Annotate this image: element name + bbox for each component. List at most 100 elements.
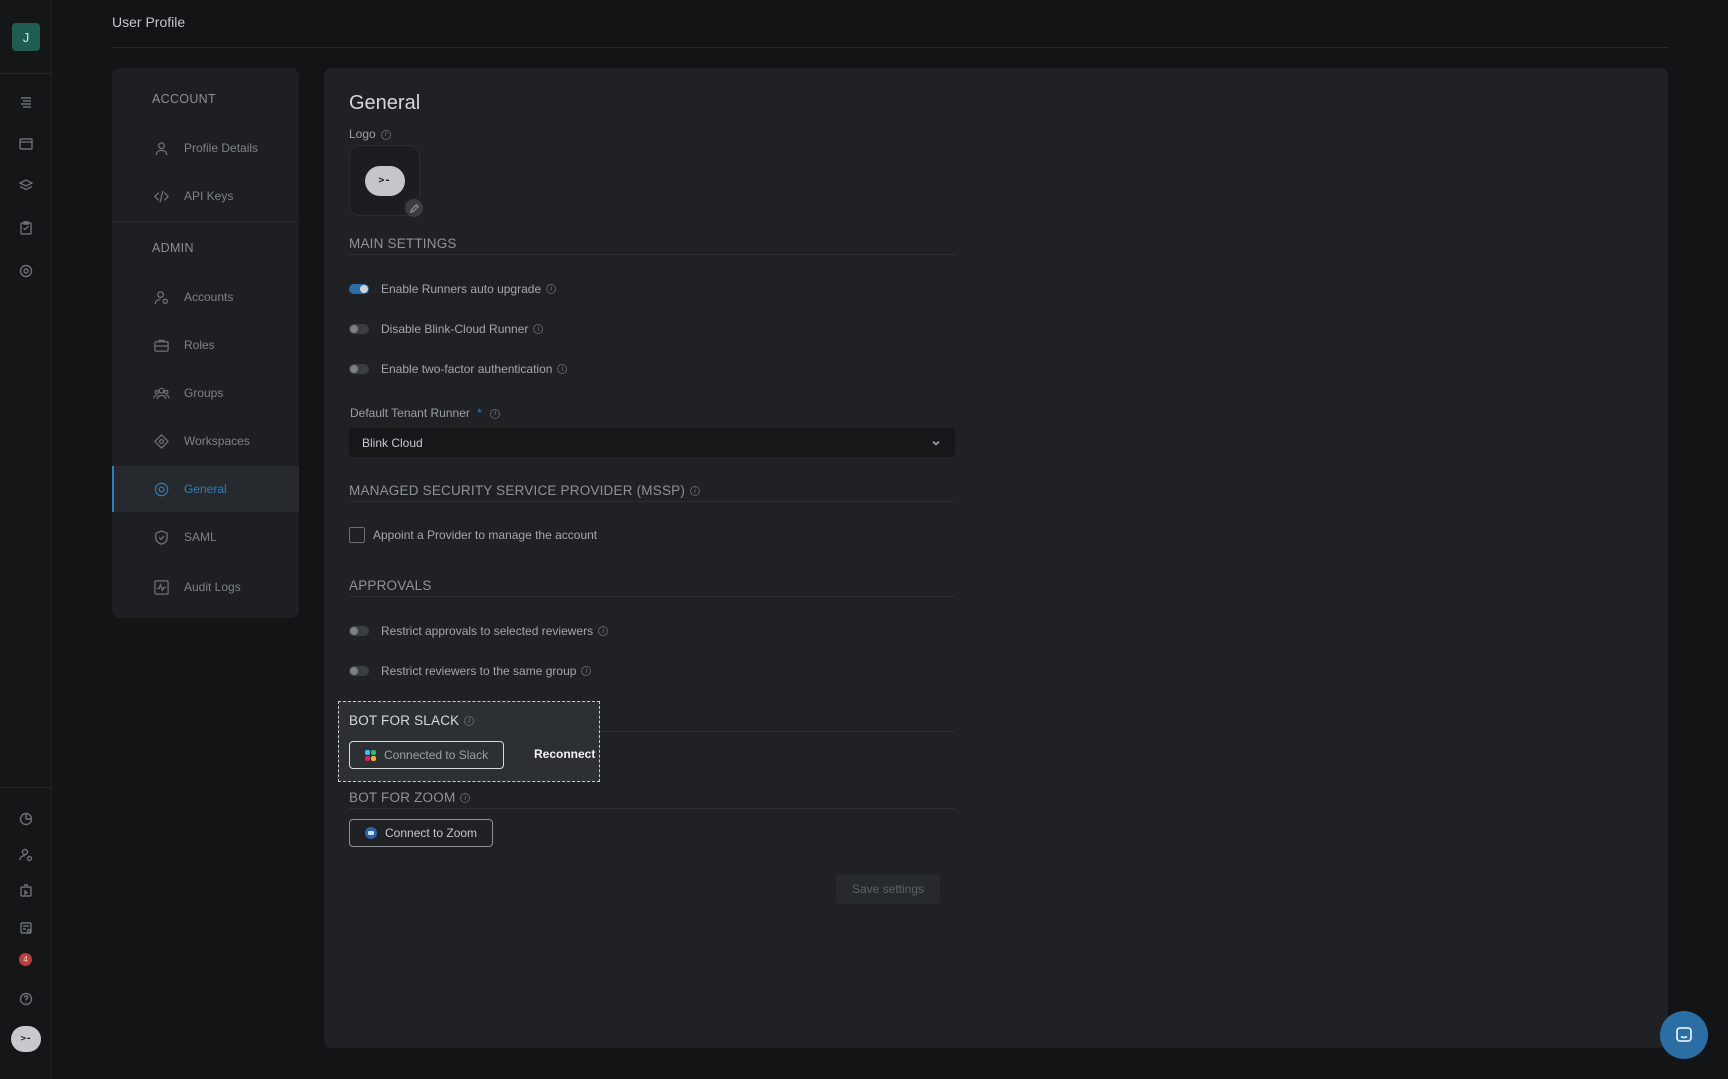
toggle-label: Enable Runners auto upgrade [381, 282, 542, 296]
briefcase-icon [152, 336, 170, 354]
nav-section-account: ACCOUNT [152, 92, 216, 106]
required-mark: * [477, 406, 482, 420]
toggle-label: Disable Blink-Cloud Runner [381, 322, 529, 336]
nav-section-admin: ADMIN [152, 241, 194, 255]
shield-icon [152, 528, 170, 546]
left-rail: J 4 >- [0, 0, 52, 1079]
logo-label: Logo i [349, 127, 391, 141]
two-factor-toggle[interactable] [349, 364, 369, 374]
nav-item-groups[interactable]: Groups [112, 370, 299, 416]
connections-icon[interactable] [14, 916, 38, 940]
calendar-icon[interactable] [14, 132, 38, 156]
save-settings-button[interactable]: Save settings [836, 874, 940, 904]
nav-item-profile-details[interactable]: Profile Details [112, 125, 299, 171]
settings-nav: ACCOUNT Profile Details API Keys ADMIN A… [112, 68, 299, 618]
runner-icon[interactable] [14, 879, 38, 903]
connected-to-slack-button[interactable]: Connected to Slack [349, 741, 505, 769]
restrict-approvals-toggle[interactable] [349, 626, 369, 636]
zoom-icon [365, 827, 377, 839]
default-runner-label: Default Tenant Runner * i [350, 406, 501, 420]
connect-to-zoom-button[interactable]: Connect to Zoom [349, 819, 494, 847]
nav-item-general[interactable]: General [112, 466, 299, 512]
info-icon[interactable]: i [598, 626, 609, 636]
button-label: Connect to Zoom [385, 826, 478, 840]
toggle-label: Enable two-factor authentication [381, 362, 553, 376]
general-settings-panel: General Logo i >- MAIN SETTINGS Enable Ru… [324, 68, 1668, 1048]
clipboard-icon[interactable] [14, 216, 38, 240]
toggle-row-restrict-approvals: Restrict approvals to selected reviewers… [349, 624, 609, 638]
chart-icon[interactable] [14, 807, 38, 831]
gear-icon [152, 480, 170, 498]
toggle-label: Restrict reviewers to the same group [381, 664, 577, 678]
runners-auto-upgrade-toggle[interactable] [349, 284, 369, 294]
toggle-row-disable-cloud-runner: Disable Blink-Cloud Runner i [349, 322, 544, 336]
approvals-title: APPROVALS [349, 578, 432, 593]
user-settings-icon[interactable] [14, 843, 38, 867]
nav-item-label: API Keys [184, 189, 234, 203]
info-icon[interactable]: i [490, 408, 501, 419]
blink-logo-icon[interactable]: >- [11, 1026, 41, 1052]
nav-item-label: Roles [184, 338, 215, 352]
nav-item-api-keys[interactable]: API Keys [112, 173, 299, 219]
toggle-row-two-factor: Enable two-factor authentication i [349, 362, 568, 376]
user-gear-icon [152, 288, 170, 306]
toggle-label: Restrict approvals to selected reviewers [381, 624, 594, 638]
user-avatar[interactable]: J [12, 23, 40, 51]
zoom-title: BOT FOR ZOOM i [349, 790, 471, 805]
rail-divider [0, 787, 52, 788]
user-icon [152, 139, 170, 157]
page-title: User Profile [112, 14, 186, 30]
section-title: General [349, 92, 421, 114]
mssp-title: MANAGED SECURITY SERVICE PROVIDER (MSSP)… [349, 483, 701, 498]
nav-divider [112, 221, 299, 222]
nav-item-label: SAML [184, 530, 217, 544]
nav-item-label: Profile Details [184, 141, 259, 155]
checkbox-label: Appoint a Provider to manage the account [373, 528, 598, 542]
layers-icon[interactable] [14, 174, 38, 198]
nav-item-label: Audit Logs [184, 580, 241, 594]
info-icon[interactable]: i [464, 716, 475, 727]
section-divider [349, 501, 955, 502]
info-icon[interactable]: i [557, 364, 568, 374]
button-label: Connected to Slack [384, 748, 489, 762]
nav-item-label: Workspaces [184, 434, 250, 448]
info-icon[interactable]: i [380, 129, 391, 140]
nav-item-accounts[interactable]: Accounts [112, 274, 299, 320]
header-divider [112, 47, 1668, 48]
nav-item-saml[interactable]: SAML [112, 514, 299, 560]
restrict-reviewers-toggle[interactable] [349, 666, 369, 676]
help-icon[interactable] [14, 987, 38, 1011]
section-divider [349, 808, 955, 809]
nav-item-roles[interactable]: Roles [112, 322, 299, 368]
nav-item-audit-logs[interactable]: Audit Logs [112, 564, 299, 610]
mssp-checkbox-row: Appoint a Provider to manage the account [349, 527, 597, 543]
nav-item-workspaces[interactable]: Workspaces [112, 418, 299, 464]
mssp-checkbox[interactable] [349, 527, 365, 543]
info-icon[interactable]: i [581, 666, 592, 676]
edit-logo-icon[interactable] [403, 197, 425, 219]
info-icon[interactable]: i [460, 793, 471, 804]
select-value: Blink Cloud [362, 435, 423, 450]
nav-item-label: Accounts [184, 290, 234, 304]
section-divider [349, 596, 955, 597]
group-icon [152, 384, 170, 402]
info-icon[interactable]: i [690, 486, 701, 497]
nav-item-label: General [184, 482, 227, 496]
chat-support-button[interactable] [1660, 1011, 1708, 1059]
info-icon[interactable]: i [546, 284, 557, 294]
blink-logo-icon: >- [364, 165, 405, 196]
reconnect-slack-link[interactable]: Reconnect [534, 747, 595, 761]
default-runner-select[interactable]: Blink Cloud [349, 428, 955, 457]
activity-icon [152, 578, 170, 596]
eye-icon[interactable] [14, 259, 38, 283]
flows-icon[interactable] [14, 91, 38, 115]
slack-icon [365, 749, 376, 761]
rail-divider [0, 73, 52, 74]
nav-item-label: Groups [184, 386, 224, 400]
notification-badge[interactable]: 4 [19, 953, 32, 966]
disable-cloud-runner-toggle[interactable] [349, 324, 369, 334]
chevron-down-icon [932, 440, 940, 446]
info-icon[interactable]: i [533, 324, 544, 334]
section-divider [349, 254, 955, 255]
chat-icon [1676, 1027, 1692, 1042]
